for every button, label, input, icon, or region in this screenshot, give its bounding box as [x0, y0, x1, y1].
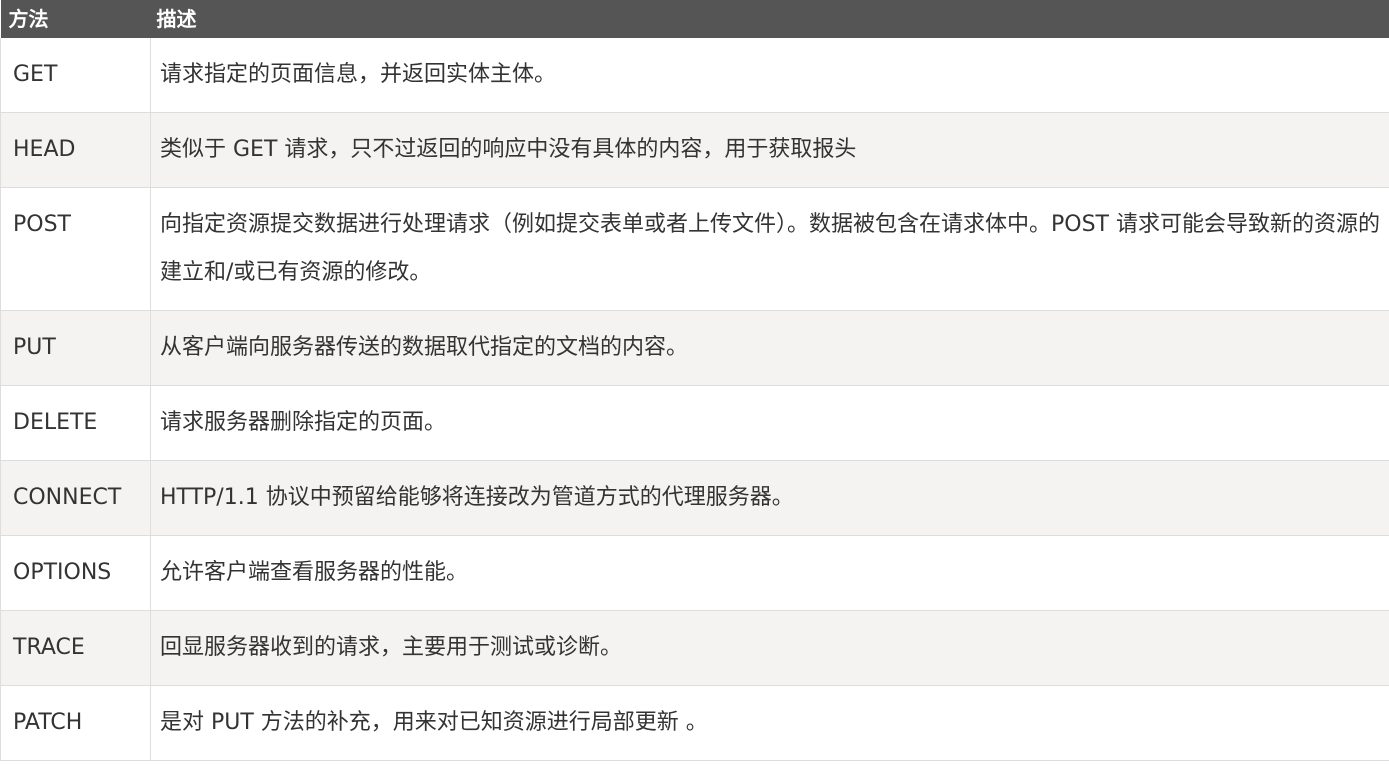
table-row: DELETE 请求服务器删除指定的页面。 [0, 385, 1389, 461]
method-cell: GET [0, 38, 151, 113]
method-cell: DELETE [0, 385, 151, 461]
table-row: PUT 从客户端向服务器传送的数据取代指定的文档的内容。 [0, 310, 1389, 386]
description-cell: 类似于 GET 请求，只不过返回的响应中没有具体的内容，用于获取报头 [150, 112, 1389, 188]
description-cell: 允许客户端查看服务器的性能。 [150, 535, 1389, 611]
header-method: 方法 [0, 0, 151, 38]
description-cell: 向指定资源提交数据进行处理请求（例如提交表单或者上传文件）。数据被包含在请求体中… [150, 187, 1389, 311]
table-row: POST 向指定资源提交数据进行处理请求（例如提交表单或者上传文件）。数据被包含… [0, 187, 1389, 311]
table-header: 方法 描述 [0, 0, 1389, 38]
method-cell: CONNECT [0, 460, 151, 536]
description-cell: 是对 PUT 方法的补充，用来对已知资源进行局部更新 。 [150, 685, 1389, 761]
table-row: PATCH 是对 PUT 方法的补充，用来对已知资源进行局部更新 。 [0, 685, 1389, 761]
table-row: TRACE 回显服务器收到的请求，主要用于测试或诊断。 [0, 610, 1389, 686]
method-cell: TRACE [0, 610, 151, 686]
table-row: GET 请求指定的页面信息，并返回实体主体。 [0, 38, 1389, 113]
method-cell: OPTIONS [0, 535, 151, 611]
description-cell: 请求服务器删除指定的页面。 [150, 385, 1389, 461]
table-body: GET 请求指定的页面信息，并返回实体主体。 HEAD 类似于 GET 请求，只… [0, 38, 1389, 761]
table-row: HEAD 类似于 GET 请求，只不过返回的响应中没有具体的内容，用于获取报头 [0, 112, 1389, 188]
header-row: 方法 描述 [0, 0, 1389, 38]
method-cell: PATCH [0, 685, 151, 761]
description-cell: 请求指定的页面信息，并返回实体主体。 [150, 38, 1389, 113]
description-cell: 从客户端向服务器传送的数据取代指定的文档的内容。 [150, 310, 1389, 386]
description-cell: 回显服务器收到的请求，主要用于测试或诊断。 [150, 610, 1389, 686]
http-methods-table: 方法 描述 GET 请求指定的页面信息，并返回实体主体。 HEAD 类似于 GE… [0, 0, 1389, 761]
table-row: OPTIONS 允许客户端查看服务器的性能。 [0, 535, 1389, 611]
description-cell: HTTP/1.1 协议中预留给能够将连接改为管道方式的代理服务器。 [150, 460, 1389, 536]
table-row: CONNECT HTTP/1.1 协议中预留给能够将连接改为管道方式的代理服务器… [0, 460, 1389, 536]
header-description: 描述 [150, 0, 1389, 38]
method-cell: PUT [0, 310, 151, 386]
method-cell: POST [0, 187, 151, 311]
method-cell: HEAD [0, 112, 151, 188]
